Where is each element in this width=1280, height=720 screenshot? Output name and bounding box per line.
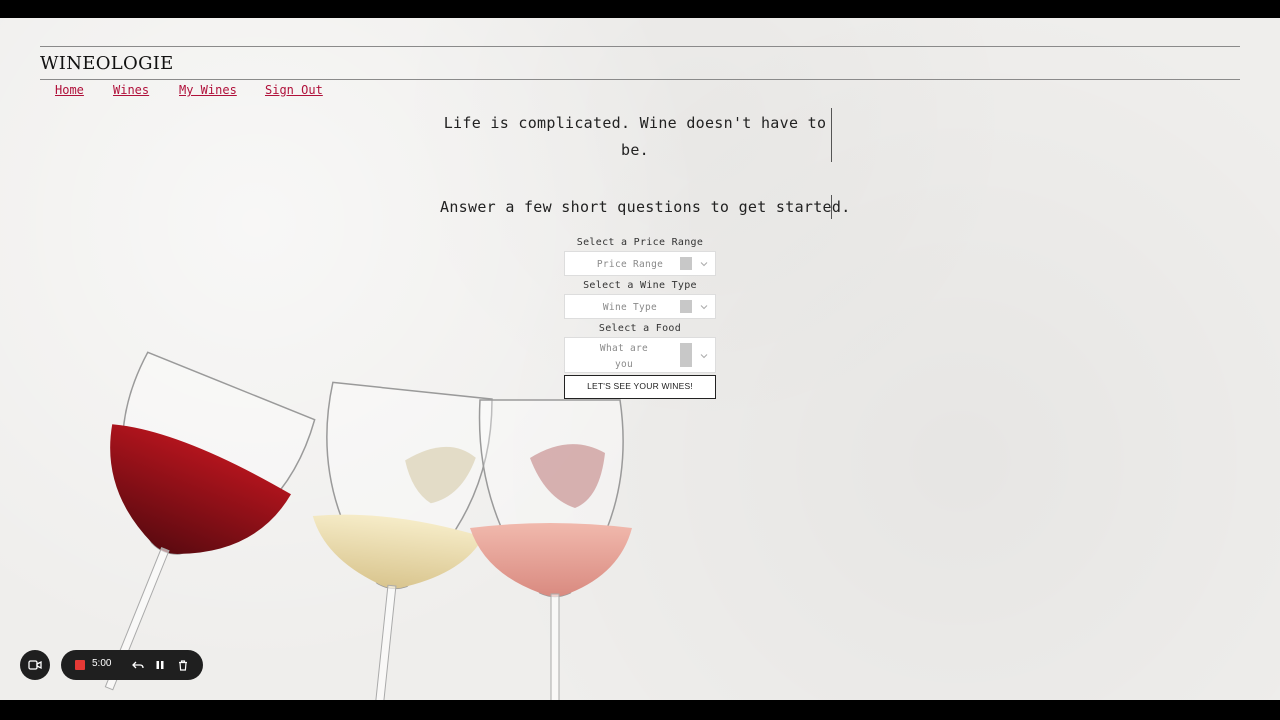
- recording-timer: 5:00: [92, 658, 112, 669]
- hero-subline: Answer a few short questions to get star…: [440, 198, 851, 216]
- price-range-label: Select a Price Range: [576, 237, 704, 248]
- recording-controls: 5:00: [61, 650, 203, 680]
- chevron-down-icon: [700, 354, 708, 359]
- text-cursor: [831, 195, 832, 219]
- wine-type-label: Select a Wine Type: [583, 280, 697, 291]
- header-top-rule: [40, 46, 1240, 47]
- brand-logo[interactable]: WINEOLOGIE: [40, 53, 174, 74]
- nav-sign-out[interactable]: Sign Out: [265, 83, 323, 97]
- wine-type-swatch: [680, 300, 692, 313]
- wine-type-value: Wine Type: [602, 302, 658, 313]
- undo-icon: [132, 661, 144, 669]
- price-range-swatch: [680, 257, 692, 270]
- chevron-down-icon: [700, 305, 708, 310]
- camera-icon: [28, 660, 42, 670]
- tagline-divider: [831, 108, 832, 162]
- hero-tagline: Life is complicated. Wine doesn't have t…: [443, 114, 827, 159]
- header-bottom-rule: [40, 79, 1240, 80]
- pause-icon: [156, 661, 164, 669]
- undo-button[interactable]: [130, 657, 146, 673]
- page: WINEOLOGIE Home Wines My Wines Sign Out …: [0, 18, 1280, 700]
- nav-my-wines[interactable]: My Wines: [179, 83, 237, 97]
- nav-wines[interactable]: Wines: [113, 83, 149, 97]
- nav-home[interactable]: Home: [55, 83, 84, 97]
- price-range-select[interactable]: Price Range: [564, 251, 716, 276]
- chevron-down-icon: [700, 262, 708, 267]
- trash-icon: [179, 659, 187, 671]
- pause-button[interactable]: [152, 657, 168, 673]
- stop-record-button[interactable]: [75, 660, 85, 670]
- price-range-value: Price Range: [596, 259, 664, 270]
- wine-type-select[interactable]: Wine Type: [564, 294, 716, 319]
- delete-button[interactable]: [175, 657, 191, 673]
- food-swatch: [680, 343, 692, 367]
- food-label: Select a Food: [598, 323, 682, 334]
- wine-glasses-image: [104, 351, 632, 700]
- camera-button[interactable]: [20, 650, 50, 680]
